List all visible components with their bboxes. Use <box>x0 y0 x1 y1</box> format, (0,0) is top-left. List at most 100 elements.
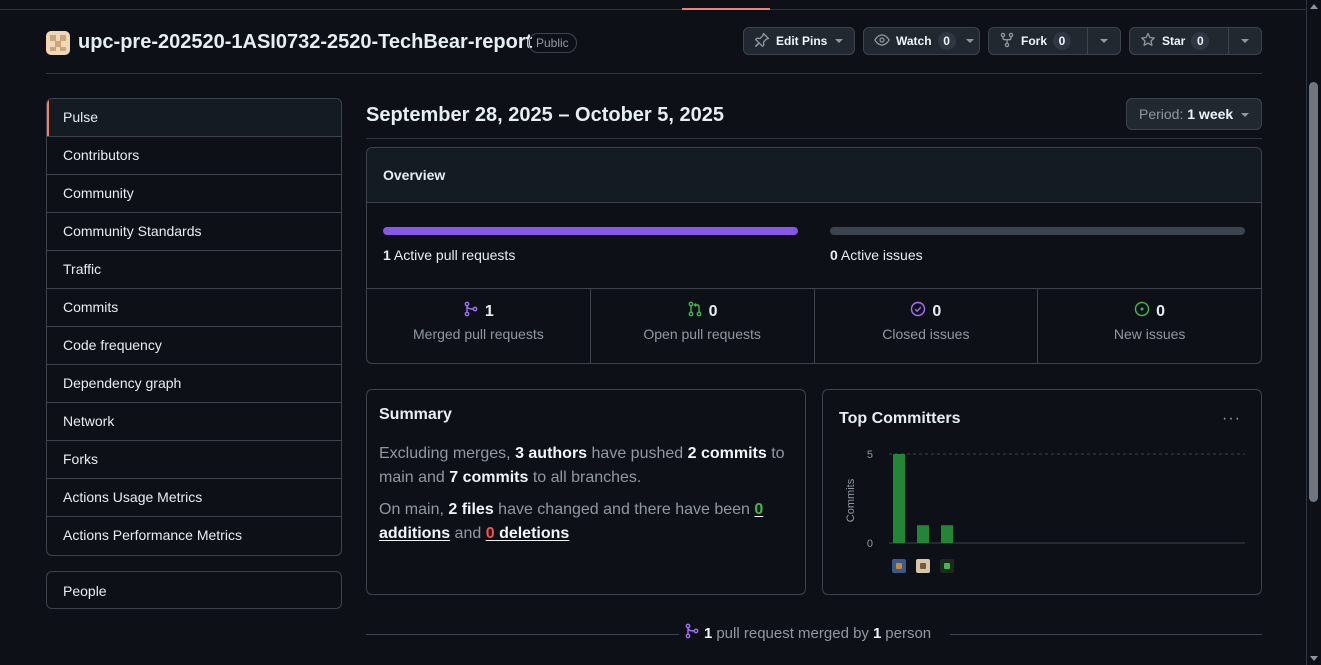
top-nav-underline <box>0 0 1306 10</box>
chevron-down-icon <box>1241 39 1249 43</box>
scroll-thumb[interactable] <box>1309 82 1318 502</box>
sidebar-item-forks[interactable]: Forks <box>47 441 341 479</box>
active-issues-label: Active issues <box>840 247 923 263</box>
chevron-down-icon <box>1241 113 1249 117</box>
period-title: September 28, 2025 – October 5, 2025 <box>366 104 724 126</box>
active-issues-caption[interactable]: 0 Active issues <box>830 247 923 263</box>
sidebar-item-code-frequency[interactable]: Code frequency <box>47 327 341 365</box>
active-prs-bar[interactable] <box>383 227 798 235</box>
chevron-down-icon <box>835 39 844 43</box>
active-prs-count: 1 <box>383 247 391 263</box>
insights-sidebar: Pulse Contributors Community Community S… <box>46 98 342 556</box>
active-issues-bar[interactable] <box>830 227 1245 235</box>
commit-bar <box>941 525 953 543</box>
authors-count: 3 authors <box>515 445 588 462</box>
period-value: 1 week <box>1187 106 1234 122</box>
pull-request-icon <box>687 301 703 322</box>
y-axis-label: Commits <box>845 478 857 522</box>
scroll-down-icon[interactable] <box>1310 656 1318 661</box>
commit-bar <box>893 454 905 543</box>
star-dropdown-button[interactable] <box>1228 28 1261 54</box>
committers-chart: 0 5 Commits <box>845 449 1245 573</box>
star-button[interactable]: Star 0 <box>1129 27 1262 55</box>
divider <box>950 634 1262 635</box>
deletions-link[interactable]: 0 deletions <box>486 525 570 542</box>
closed-issue-icon <box>910 301 926 322</box>
summary-files-text: On main, 2 files have changed and there … <box>379 501 764 542</box>
scroll-up-icon[interactable] <box>1310 4 1318 9</box>
main-commits-count: 2 commits <box>687 445 767 462</box>
active-prs-caption[interactable]: 1 Active pull requests <box>383 247 515 263</box>
sidebar-item-pulse[interactable]: Pulse <box>47 99 341 137</box>
sidebar-item-traffic[interactable]: Traffic <box>47 251 341 289</box>
committer-avatar-detail <box>920 563 926 569</box>
sidebar-item-community[interactable]: Community <box>47 175 341 213</box>
fork-label: Fork <box>1021 34 1048 48</box>
fork-dropdown-button[interactable] <box>1087 28 1120 54</box>
summary-title: Summary <box>379 406 452 423</box>
stat-label: Merged pull requests <box>413 326 544 342</box>
active-prs-label: Active pull requests <box>393 247 516 263</box>
committer-avatar-detail <box>896 563 902 569</box>
period-select[interactable]: Period: 1 week <box>1126 98 1262 130</box>
active-tab-indicator <box>682 8 770 10</box>
sidebar-item-dependency-graph[interactable]: Dependency graph <box>47 365 341 403</box>
stat-value: 0 <box>1156 302 1166 320</box>
repo-header: upc-pre-202520-1ASI0732-2520-TechBear-re… <box>46 27 1262 74</box>
stat-merged-prs[interactable]: 1 Merged pull requests <box>367 289 591 363</box>
watch-counter: 0 <box>937 32 956 50</box>
top-committers-panel: Top Committers ··· 0 5 Commits <box>822 389 1262 595</box>
star-icon <box>1140 32 1156 51</box>
repo-name-link[interactable]: upc-pre-202520-1ASI0732-2520-TechBear-re… <box>78 31 532 54</box>
active-issues-count: 0 <box>830 247 838 263</box>
sidebar-item-actions-usage-metrics[interactable]: Actions Usage Metrics <box>47 479 341 517</box>
edit-pins-button[interactable]: Edit Pins <box>743 27 855 55</box>
stat-value: 1 <box>484 302 494 320</box>
stat-open-prs[interactable]: 0 Open pull requests <box>591 289 815 363</box>
merger-label: person <box>885 624 932 642</box>
open-issue-icon <box>1134 301 1150 322</box>
stat-label: Closed issues <box>882 326 970 342</box>
overview-stats: 1 Merged pull requests 0 Open pull reque… <box>367 289 1261 363</box>
stat-value: 0 <box>708 302 718 320</box>
star-label: Star <box>1162 34 1186 48</box>
sidebar-item-contributors[interactable]: Contributors <box>47 137 341 175</box>
watch-label: Watch <box>896 34 932 48</box>
repo-owner-avatar[interactable] <box>46 31 70 55</box>
stat-closed-issues[interactable]: 0 Closed issues <box>815 289 1039 363</box>
sidebar-item-people[interactable]: People <box>46 571 342 609</box>
stat-new-issues[interactable]: 0 New issues <box>1038 289 1261 363</box>
sidebar-item-actions-performance-metrics[interactable]: Actions Performance Metrics <box>47 517 341 555</box>
page-scrollbar[interactable] <box>1306 0 1321 665</box>
sidebar-item-community-standards[interactable]: Community Standards <box>47 213 341 251</box>
divider <box>366 634 679 635</box>
committer-avatar-detail <box>944 563 950 569</box>
fork-button[interactable]: Fork 0 <box>988 27 1121 55</box>
merged-count: 1 <box>704 624 713 642</box>
overview-panel: Overview 1 Active pull requests 0 Active… <box>366 147 1262 364</box>
chevron-down-icon <box>1100 39 1108 43</box>
merge-icon <box>684 623 700 643</box>
merged-by-summary: 1 pull request merged by 1 person <box>684 623 931 643</box>
y-tick-label: 5 <box>867 449 873 461</box>
merged-label: pull request merged by <box>716 624 869 642</box>
stat-label: New issues <box>1113 326 1186 342</box>
stat-label: Open pull requests <box>643 326 761 342</box>
merge-icon <box>463 301 479 322</box>
summary-panel: Summary Excluding merges, 3 authors have… <box>366 389 806 595</box>
divider <box>366 138 1262 139</box>
overview-bars: 1 Active pull requests 0 Active issues <box>367 203 1261 289</box>
watch-button[interactable]: Watch 0 <box>863 27 980 55</box>
y-tick-label: 0 <box>867 538 873 550</box>
active-prs-bar-fill <box>383 227 798 235</box>
sidebar-item-commits[interactable]: Commits <box>47 289 341 327</box>
edit-pins-label: Edit Pins <box>776 34 828 48</box>
visibility-badge: Public <box>528 33 577 53</box>
chevron-down-icon <box>965 39 974 43</box>
pin-icon <box>754 32 770 51</box>
merger-count: 1 <box>872 624 882 642</box>
commit-bar <box>917 525 929 543</box>
fork-counter: 0 <box>1053 32 1072 50</box>
sidebar-item-network[interactable]: Network <box>47 403 341 441</box>
all-commits-count: 7 commits <box>449 469 529 486</box>
